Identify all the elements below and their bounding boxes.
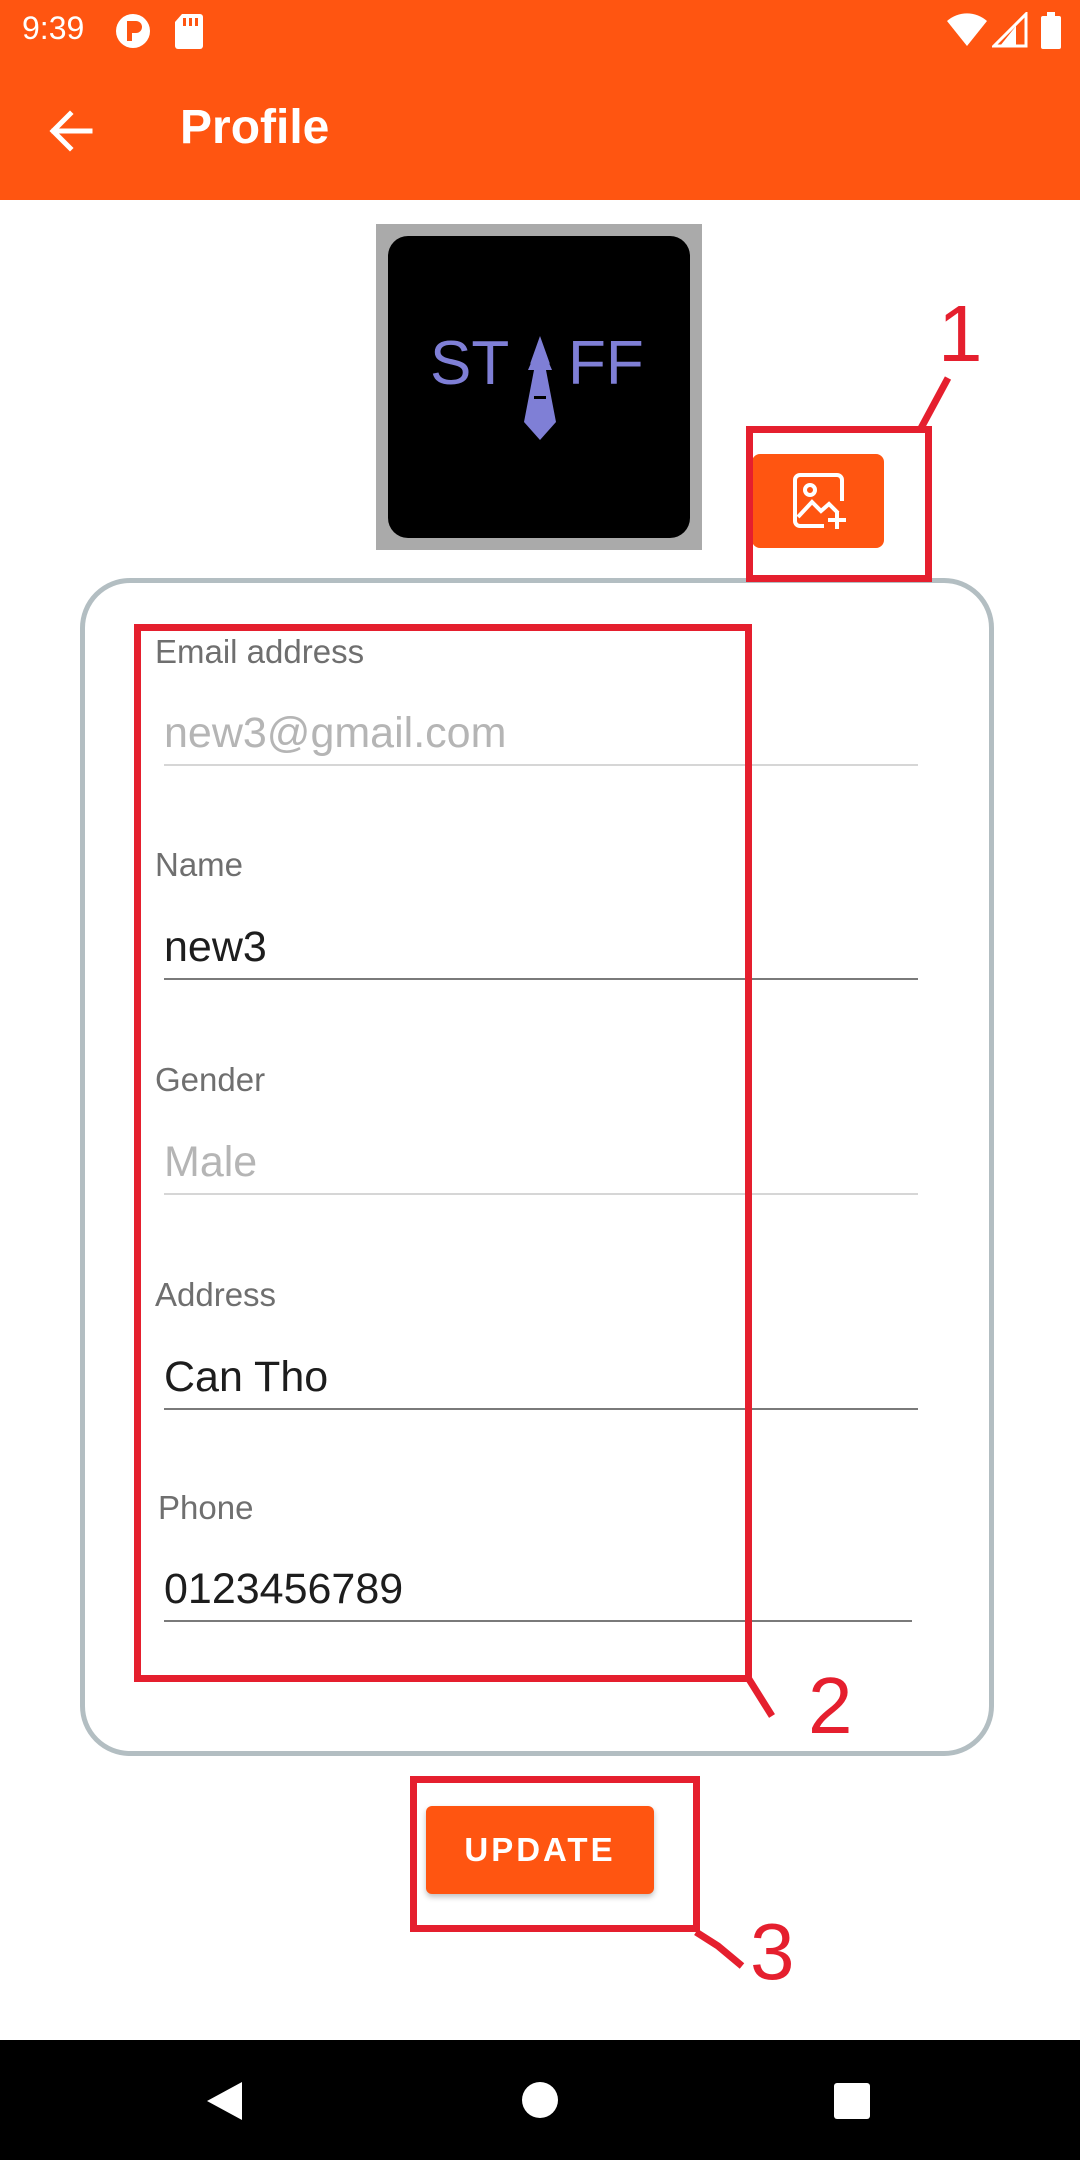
annotation-number-1: 1 [938, 289, 983, 378]
navigation-bar [0, 2040, 1080, 2160]
annotation-box-3 [410, 1776, 700, 1932]
home-circle-icon[interactable] [521, 2081, 559, 2124]
annotation-box-2 [134, 624, 752, 1682]
annotation-number-3: 3 [750, 1907, 795, 1996]
recents-square-icon[interactable] [833, 2082, 871, 2125]
back-triangle-icon[interactable] [204, 2080, 244, 2127]
annotation-number-2: 2 [808, 1661, 853, 1750]
